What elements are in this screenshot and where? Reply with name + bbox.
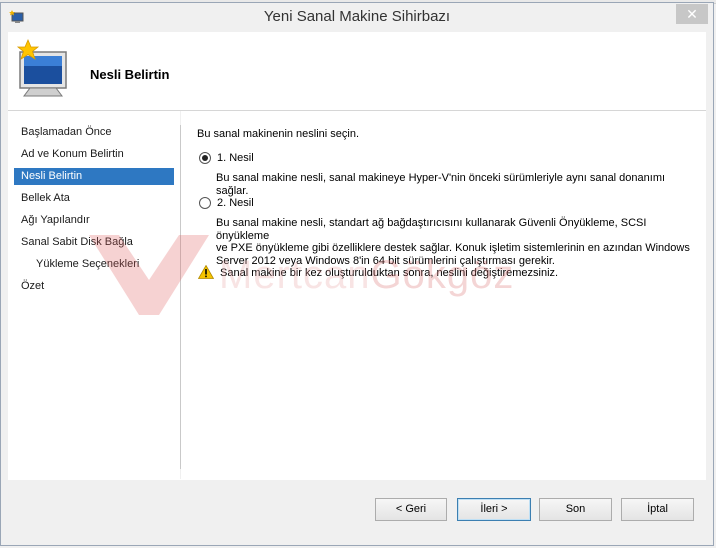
radio-selected-dot xyxy=(202,155,208,161)
sidebar-item-ozet[interactable]: Özet xyxy=(14,278,174,295)
back-button[interactable]: < Geri xyxy=(375,498,447,521)
computer-star-icon xyxy=(16,38,67,97)
sidebar-item-nesli-belirtin[interactable]: Nesli Belirtin xyxy=(14,168,174,185)
sidebar-item-ad-ve-konum[interactable]: Ad ve Konum Belirtin xyxy=(14,146,174,163)
warning-message: Sanal makine bir kez oluşturulduktan son… xyxy=(220,267,559,279)
sidebar-item-baslamadan-once[interactable]: Başlamadan Önce xyxy=(14,124,174,141)
generation-1-label[interactable]: 1. Nesil xyxy=(217,152,254,164)
wizard-content: Bu sanal makinenin neslini seçin. 1. Nes… xyxy=(181,111,706,479)
page-title: Nesli Belirtin xyxy=(90,67,170,82)
title-bar[interactable]: Yeni Sanal Makine Sihirbazı ✕ xyxy=(1,3,713,32)
sidebar-item-bellek-ata[interactable]: Bellek Ata xyxy=(14,190,174,207)
generation-2-description-line: Server 2012 veya Windows 8'in 64 bit sür… xyxy=(216,254,555,267)
generation-2-radio[interactable] xyxy=(199,197,211,209)
wizard-header: Nesli Belirtin xyxy=(8,32,706,111)
generation-2-label[interactable]: 2. Nesil xyxy=(217,197,254,209)
generation-2-description-line: Bu sanal makine nesli, standart ağ bağda… xyxy=(216,217,647,242)
sidebar-item-yukleme-secenekleri[interactable]: Yükleme Seçenekleri xyxy=(14,256,174,273)
instruction-text: Bu sanal makinenin neslini seçin. xyxy=(197,128,360,140)
footer-divider xyxy=(8,479,706,480)
close-button[interactable]: ✕ xyxy=(676,4,708,24)
next-button[interactable]: İleri > xyxy=(457,498,531,521)
generation-1-radio[interactable] xyxy=(199,152,211,164)
wizard-window: Yeni Sanal Makine Sihirbazı ✕ Nesli Beli… xyxy=(0,2,714,546)
generation-1-description: Bu sanal makine nesli, sanal makineye Hy… xyxy=(216,172,666,197)
generation-2-description-line: ve PXE önyükleme gibi özelliklere destek… xyxy=(216,242,690,254)
finish-button[interactable]: Son xyxy=(539,498,612,521)
sidebar-item-agi-yapilandir[interactable]: Ağı Yapılandır xyxy=(14,212,174,229)
wizard-steps-sidebar: Başlamadan Önce Ad ve Konum Belirtin Nes… xyxy=(8,111,180,479)
generation-2-description: Bu sanal makine nesli, standart ağ bağda… xyxy=(216,217,696,267)
window-title: Yeni Sanal Makine Sihirbazı xyxy=(263,8,451,25)
cancel-button[interactable]: İptal xyxy=(621,498,694,521)
warning-triangle-icon xyxy=(198,265,214,279)
sidebar-item-sanal-sabit-disk[interactable]: Sanal Sabit Disk Bağla xyxy=(14,234,174,251)
